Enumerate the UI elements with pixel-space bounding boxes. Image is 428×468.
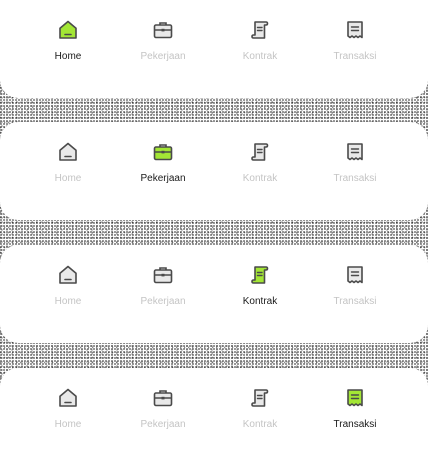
nav-label-home: Home <box>54 419 82 430</box>
home-icon <box>56 18 80 42</box>
nav-item-transaksi[interactable]: Transaksi <box>309 263 401 313</box>
nav-label-kontrak: Kontrak <box>242 51 278 62</box>
receipt-icon <box>343 386 367 410</box>
scroll-contract-icon <box>248 263 272 287</box>
bottom-nav-variant-transaksi-active: Home Pekerjaan Kontrak Transaksi <box>0 368 428 468</box>
nav-item-transaksi[interactable]: Transaksi <box>309 140 401 190</box>
briefcase-icon <box>151 18 175 42</box>
nav-item-home[interactable]: Home <box>22 140 114 190</box>
nav-item-pekerjaan[interactable]: Pekerjaan <box>117 263 209 313</box>
nav-label-kontrak: Kontrak <box>242 419 278 430</box>
nav-label-pekerjaan: Pekerjaan <box>140 419 186 430</box>
receipt-icon <box>343 18 367 42</box>
nav-label-transaksi: Transaksi <box>333 51 377 62</box>
nav-label-kontrak: Kontrak <box>242 296 278 307</box>
briefcase-icon <box>151 386 175 410</box>
nav-item-home[interactable]: Home <box>22 263 114 313</box>
nav-item-kontrak[interactable]: Kontrak <box>214 386 306 436</box>
nav-label-pekerjaan: Pekerjaan <box>140 296 186 307</box>
nav-label-transaksi: Transaksi <box>333 173 377 184</box>
nav-label-home: Home <box>54 296 82 307</box>
nav-item-transaksi[interactable]: Transaksi <box>309 386 401 436</box>
nav-label-pekerjaan: Pekerjaan <box>140 173 186 184</box>
scroll-contract-icon <box>248 18 272 42</box>
receipt-icon <box>343 140 367 164</box>
nav-item-pekerjaan[interactable]: Pekerjaan <box>117 386 209 436</box>
nav-item-transaksi[interactable]: Transaksi <box>309 18 401 68</box>
receipt-icon <box>343 263 367 287</box>
briefcase-icon <box>151 263 175 287</box>
scroll-contract-icon <box>248 386 272 410</box>
nav-item-home[interactable]: Home <box>22 18 114 68</box>
nav-label-transaksi: Transaksi <box>333 296 377 307</box>
home-icon <box>56 386 80 410</box>
nav-item-kontrak[interactable]: Kontrak <box>214 263 306 313</box>
nav-item-home[interactable]: Home <box>22 386 114 436</box>
bottom-nav-variant-home-active: Home Pekerjaan Kontrak Transaksi <box>0 0 428 98</box>
nav-label-transaksi: Transaksi <box>333 419 377 430</box>
nav-label-kontrak: Kontrak <box>242 173 278 184</box>
nav-label-pekerjaan: Pekerjaan <box>140 51 186 62</box>
nav-label-home: Home <box>54 173 82 184</box>
nav-item-kontrak[interactable]: Kontrak <box>214 18 306 68</box>
nav-item-pekerjaan[interactable]: Pekerjaan <box>117 140 209 190</box>
bottom-nav-variant-pekerjaan-active: Home Pekerjaan Kontrak Transaksi <box>0 122 428 220</box>
nav-item-kontrak[interactable]: Kontrak <box>214 140 306 190</box>
briefcase-icon <box>151 140 175 164</box>
bottom-nav-variant-kontrak-active: Home Pekerjaan Kontrak Transaksi <box>0 245 428 343</box>
home-icon <box>56 263 80 287</box>
scroll-contract-icon <box>248 140 272 164</box>
home-icon <box>56 140 80 164</box>
nav-label-home: Home <box>54 51 82 62</box>
nav-item-pekerjaan[interactable]: Pekerjaan <box>117 18 209 68</box>
